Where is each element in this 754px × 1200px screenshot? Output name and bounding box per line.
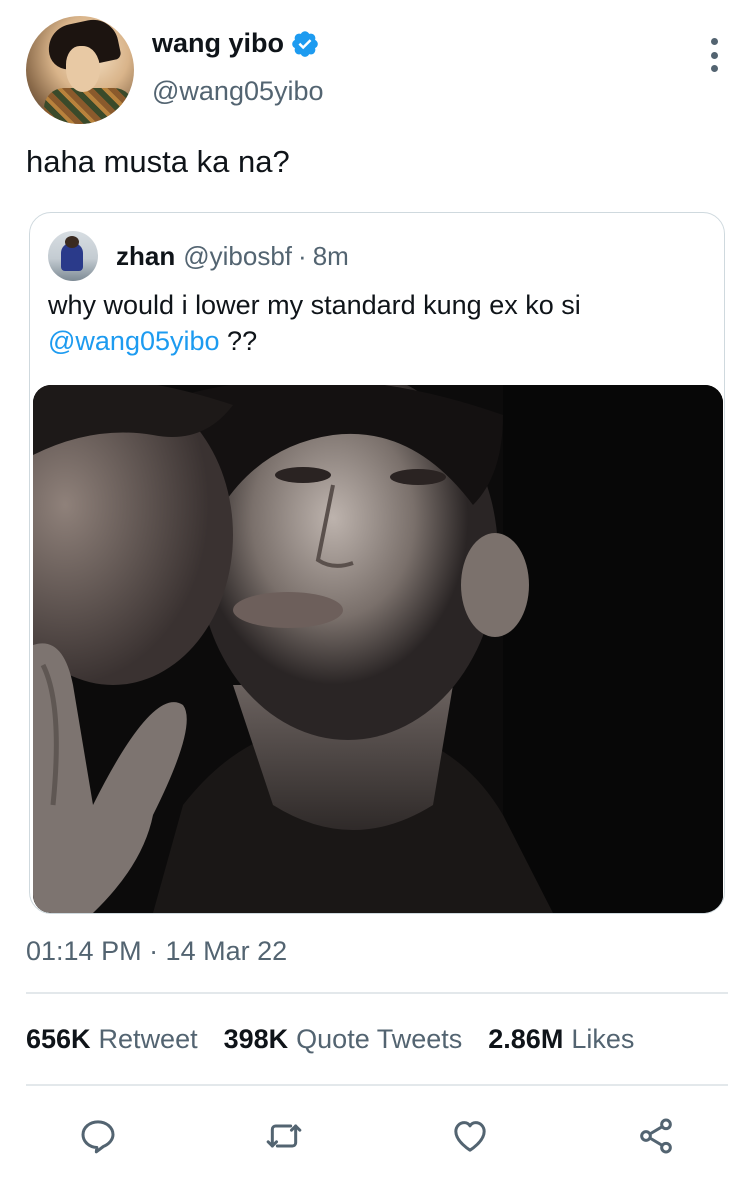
quoted-mention-link[interactable]: @wang05yibo <box>48 326 220 356</box>
quoted-time[interactable]: 8m <box>313 241 349 272</box>
quotes-label: Quote Tweets <box>296 1024 463 1054</box>
divider <box>26 1084 728 1086</box>
author-display-name[interactable]: wang yibo <box>152 28 320 59</box>
divider <box>26 992 728 994</box>
retweets-label: Retweet <box>98 1024 198 1054</box>
author-handle[interactable]: @wang05yibo <box>152 76 324 107</box>
quotes-stat[interactable]: 398K Quote Tweets <box>224 1024 463 1055</box>
likes-count: 2.86M <box>488 1024 564 1054</box>
retweets-stat[interactable]: 656K Retweet <box>26 1024 198 1055</box>
author-avatar[interactable] <box>26 16 134 124</box>
quotes-count: 398K <box>223 1024 289 1054</box>
quoted-text-suffix: ?? <box>227 326 258 356</box>
tweet-stats: 656K Retweet 398K Quote Tweets 2.86M Lik… <box>26 1024 634 1055</box>
likes-label: Likes <box>571 1024 635 1054</box>
quoted-tweet-card[interactable]: zhan @yibosbf · 8m why would i lower my … <box>29 212 725 914</box>
quoted-tweet-header: zhan @yibosbf · 8m <box>116 241 349 272</box>
quoted-tweet-text: why would i lower my standard kung ex ko… <box>48 287 708 359</box>
quoted-author-avatar[interactable] <box>48 231 98 281</box>
tweet-timestamp[interactable]: 01:14 PM · 14 Mar 22 <box>26 936 287 967</box>
quoted-author-handle[interactable]: @yibosbf <box>183 241 292 272</box>
more-options-icon[interactable] <box>708 38 720 72</box>
share-icon[interactable] <box>636 1116 676 1156</box>
like-icon[interactable] <box>450 1116 490 1156</box>
photo-graphic <box>33 385 723 913</box>
quoted-separator: · <box>298 241 307 271</box>
tweet-action-bar <box>0 1112 754 1160</box>
verified-badge-icon <box>292 30 318 57</box>
author-name-text: wang yibo <box>152 28 285 58</box>
retweets-count: 656K <box>26 1024 91 1054</box>
likes-stat[interactable]: 2.86M Likes <box>488 1024 634 1055</box>
quoted-text-body: why would i lower my standard kung ex ko… <box>48 290 581 320</box>
retweet-icon[interactable] <box>264 1116 304 1156</box>
tweet-text: haha musta ka na? <box>26 144 290 179</box>
reply-icon[interactable] <box>78 1116 118 1156</box>
quoted-tweet-photo[interactable] <box>33 385 723 913</box>
quoted-author-name[interactable]: zhan <box>116 241 175 272</box>
